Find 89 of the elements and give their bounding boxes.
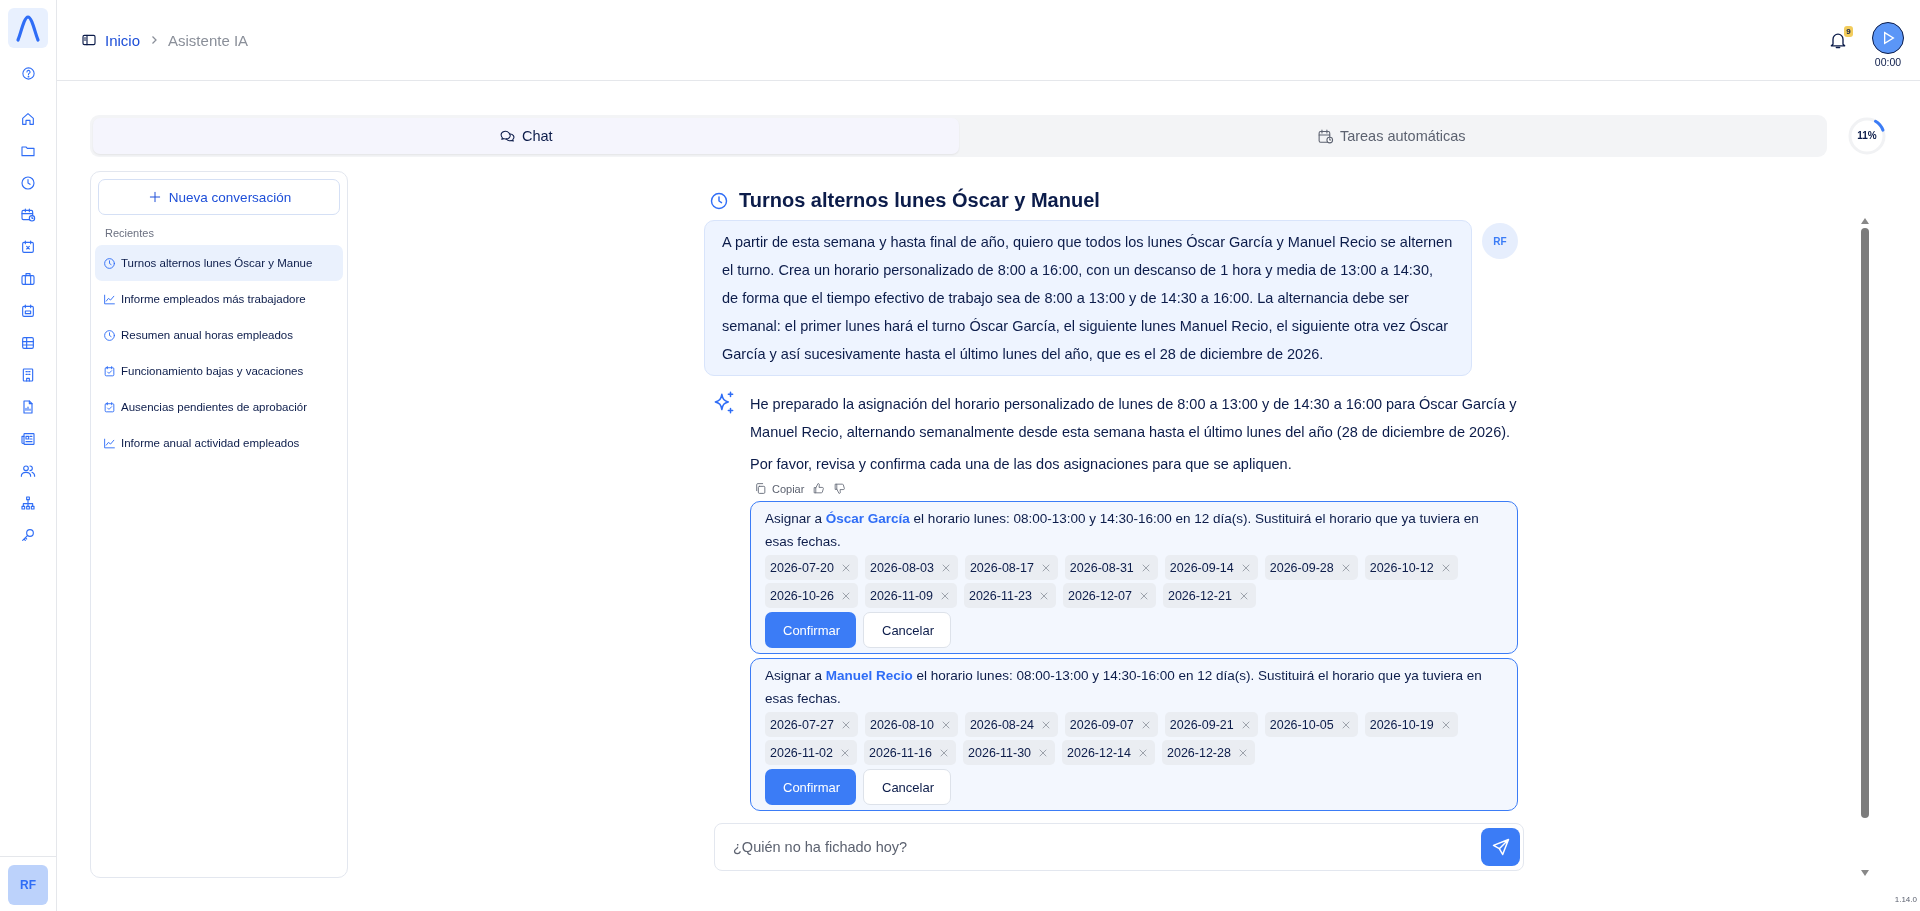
date-text: 2026-11-09 <box>869 588 933 603</box>
clock-icon[interactable] <box>20 175 36 191</box>
conversation-item[interactable]: Informe empleados más trabajadore <box>95 281 343 317</box>
conversation-item[interactable]: Informe anual actividad empleados <box>95 425 343 461</box>
notification-count: 9 <box>1844 26 1853 37</box>
timer-text: 00:00 <box>1874 56 1902 68</box>
calendar-x-icon[interactable] <box>20 239 36 255</box>
user-message: A partir de esta semana y hasta final de año, quiero que todos los lunes Óscar García y Manuel Recio se alternen el turno. Crea un horario personalizado de 8:00 a 16:00, con un descanso de 1 hora y media de 13:00 a 14:30, de forma que el tiempo efectivo de trabajo sea de 8:00 a 13:00 y de 14:30 a 16:00. La alternancia debe ser semanal: el primer lunes hará el turno Óscar García, el siguiente lunes Manuel Recio, el siguiente otra vez Óscar García y así sucesivamente hasta el último lunes del año, que es el 28 de diciembre de 2026. <box>704 220 1472 376</box>
date-text: 2026-09-14 <box>1169 560 1234 575</box>
tab[interactable]: Chat <box>93 118 959 154</box>
assignment-text: Asignar a Óscar García el horario lunes: 08:00-13:00 y 14:30-16:00 en 12 día(s). Sustituirá el horario que ya tuviera en esas fechas. <box>765 510 1480 551</box>
scroll-up-icon[interactable] <box>1861 218 1869 224</box>
chart-icon <box>103 436 116 450</box>
date-text: 2026-12-21 <box>1167 588 1232 603</box>
copy-button[interactable]: Copiar <box>754 482 805 495</box>
user-avatar: RF <box>1482 223 1518 259</box>
date-text: 2026-11-30 <box>968 745 1032 760</box>
date-text: 2026-08-24 <box>969 717 1034 732</box>
assistant-message: He preparado la asignación del horario personalizado de lunes de 8:00 a 13:00 y de 14:30 a 16:00 para Óscar García y Manuel Recio, alternando semanalmente desde esta semana hasta el último lunes del año (28 de diciembre de 2026). <box>750 395 1518 442</box>
calendar-clock-icon[interactable] <box>20 207 36 223</box>
org-chart-icon[interactable] <box>20 495 36 511</box>
version-text: 1.14.0 <box>1894 895 1918 904</box>
date-text: 2026-07-20 <box>770 560 834 575</box>
usage-percent: 11% <box>1857 130 1877 142</box>
assistant-message: Por favor, revisa y confirma cada una de las dos asignaciones para que se apliquen. <box>750 455 1293 474</box>
sidebar-toggle-icon[interactable] <box>81 32 97 48</box>
breadcrumb-link[interactable]: Inicio <box>105 31 141 49</box>
date-text: 2026-10-26 <box>770 588 834 603</box>
conversation-item[interactable]: Ausencias pendientes de aprobaciór <box>95 389 343 425</box>
date-text: 2026-11-23 <box>968 588 1032 603</box>
confirm-button[interactable]: Confirmar <box>765 612 856 648</box>
date-text: 2026-08-10 <box>869 717 934 732</box>
thumbs-up-icon[interactable] <box>812 482 826 495</box>
help-icon[interactable] <box>20 66 36 81</box>
conversation-item[interactable]: Funcionamiento bajas y vacaciones <box>95 353 343 389</box>
home-icon[interactable] <box>20 111 36 127</box>
calendar-check-icon <box>103 400 116 414</box>
building-icon[interactable] <box>20 367 36 383</box>
confirm-button[interactable]: Confirmar <box>765 769 856 805</box>
calendar-icon[interactable] <box>20 303 36 319</box>
new-conversation-button[interactable]: Nueva conversación <box>98 179 340 215</box>
date-text: 2026-10-19 <box>1369 717 1434 732</box>
newspaper-icon[interactable] <box>20 431 36 447</box>
clock-icon <box>103 328 116 342</box>
folder-icon[interactable] <box>20 143 36 159</box>
date-text: 2026-10-05 <box>1269 717 1334 732</box>
date-text: 2026-11-02 <box>770 745 833 760</box>
date-text: 2026-07-27 <box>770 717 834 732</box>
calendar-check-icon <box>103 364 116 378</box>
conversation-item[interactable]: Resumen anual horas empleados <box>95 317 343 353</box>
table-icon[interactable] <box>20 335 36 351</box>
send-button[interactable] <box>1481 828 1520 866</box>
date-text: 2026-12-28 <box>1167 745 1231 760</box>
chart-icon <box>103 292 116 306</box>
date-text: 2026-08-03 <box>869 560 934 575</box>
section-label: Recientes <box>105 227 155 239</box>
tab[interactable]: Tareas automáticas <box>958 118 1824 154</box>
conversation-item[interactable]: Turnos alternos lunes Óscar y Manue <box>95 245 343 281</box>
app-logo[interactable] <box>8 8 48 48</box>
scrollbar[interactable] <box>1858 218 1872 876</box>
briefcase-icon[interactable] <box>20 271 36 287</box>
assignment-text: Asignar a Manuel Recio el horario lunes: 08:00-13:00 y 14:30-16:00 en 12 día(s). Sustituirá el horario que ya tuviera en esas fechas. <box>765 667 1483 708</box>
cancel-button[interactable]: Cancelar <box>863 612 951 648</box>
report-icon[interactable] <box>20 399 36 415</box>
calendar-clock-icon <box>1316 127 1334 145</box>
thumbs-down-icon[interactable] <box>833 482 847 495</box>
conversation-title: Turnos alternos lunes Óscar y Manuel <box>739 189 1100 212</box>
date-text: 2026-12-07 <box>1068 588 1132 603</box>
users-icon[interactable] <box>20 463 36 479</box>
date-text: 2026-12-14 <box>1067 745 1131 760</box>
send-icon <box>1490 837 1511 857</box>
date-text: 2026-11-16 <box>869 745 933 760</box>
message-input[interactable]: ¿Quién no ha fichado hoy? <box>731 838 1481 856</box>
date-text: 2026-09-28 <box>1269 560 1334 575</box>
clock-icon <box>709 190 729 211</box>
usage-ring <box>1847 116 1887 156</box>
copy-icon <box>754 482 767 495</box>
date-text: 2026-10-12 <box>1369 560 1434 575</box>
play-button[interactable] <box>1872 22 1904 54</box>
date-text: 2026-09-07 <box>1069 717 1134 732</box>
key-icon[interactable] <box>20 527 36 543</box>
scroll-down-icon[interactable] <box>1861 870 1869 876</box>
message-field[interactable]: ¿Quién no ha fichado hoy? <box>714 823 1524 871</box>
date-text: 2026-08-31 <box>1069 560 1134 575</box>
cancel-button[interactable]: Cancelar <box>863 769 951 805</box>
date-text: 2026-09-21 <box>1169 717 1234 732</box>
date-text: 2026-08-17 <box>969 560 1034 575</box>
breadcrumb-current: Asistente IA <box>168 31 249 49</box>
clock-icon <box>103 256 116 270</box>
